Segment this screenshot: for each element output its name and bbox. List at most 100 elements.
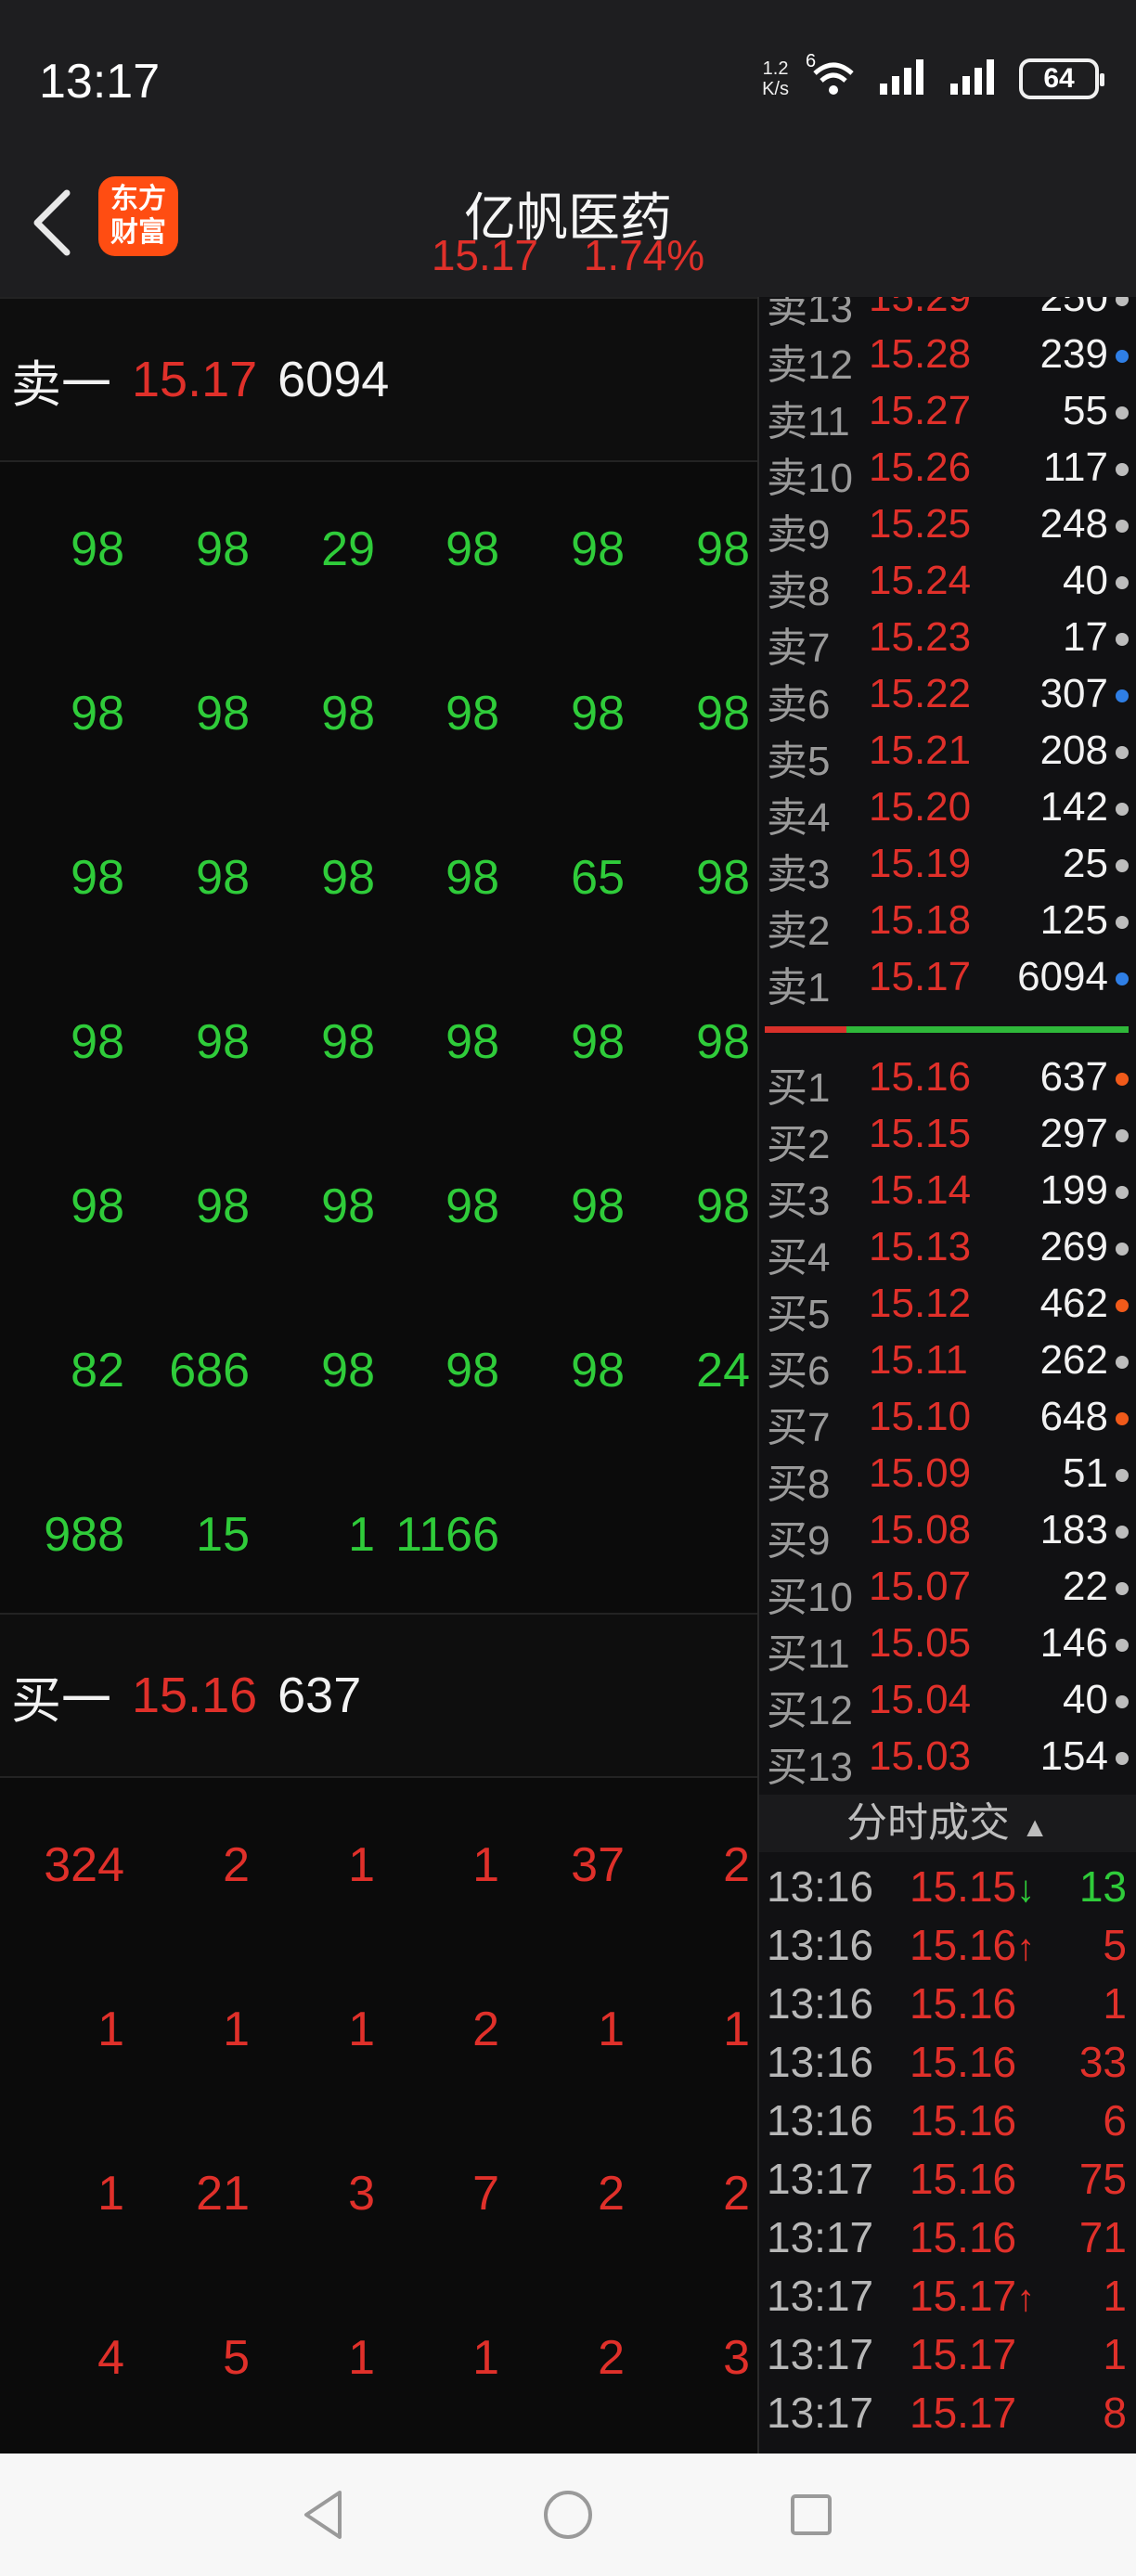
sell-one-row[interactable]: 卖一 15.17 6094 [0,297,757,462]
queue-order-volume: 1 [97,2167,124,2221]
order-book-row[interactable]: 买3 15.14 199 [759,1162,1136,1224]
tick-row[interactable]: 13:17 15.17↑ 1 [759,2265,1136,2324]
level-price: 15.16 [869,1054,972,1100]
level-price: 15.13 [869,1224,972,1269]
tick-volume: 33 [1078,2038,1127,2086]
queue-order-volume: 1 [472,1838,499,1892]
queue-order-volume: 5 [223,2331,250,2385]
stock-price: 15.17 [431,231,538,279]
level-price: 15.12 [869,1281,972,1326]
indicator-dot-icon [1116,520,1129,533]
tick-time: 13:16 [767,1979,874,2028]
network-speed: 1.2 K/s [762,58,789,99]
main-area: 卖一 15.17 6094 98 98 29 98 98 98 98 98 98 98 98 98 98… [0,297,1136,2454]
ticks-header[interactable]: 分时成交 ▲ [759,1795,1136,1852]
queue-row: 4 5 1 1 2 3 [0,2273,757,2437]
sell-one-volume: 6094 [278,352,390,407]
order-book-row[interactable]: 卖2 15.18 125 [759,892,1136,954]
level-price: 15.28 [869,331,972,377]
buy-one-row[interactable]: 买一 15.16 637 [0,1613,757,1778]
order-book-row[interactable]: 卖13 15.29 250 [759,297,1136,331]
indicator-dot-icon [1116,576,1129,589]
order-book-row[interactable]: 买7 15.10 648 [759,1388,1136,1450]
queue-order-volume: 1 [348,1838,375,1892]
order-book-row[interactable]: 卖5 15.21 208 [759,722,1136,784]
network-type: 6 [806,50,817,71]
queue-order-volume: 98 [196,851,250,905]
tick-row[interactable]: 13:17 15.16 75 [759,2148,1136,2207]
level-price: 15.07 [869,1564,972,1609]
level-label: 买13 [767,1745,853,1790]
queue-order-volume: 1 [598,2003,625,2056]
order-book-row[interactable]: 买6 15.11 262 [759,1332,1136,1394]
indicator-dot-icon [1116,746,1129,759]
queue-order-volume: 1 [723,2003,750,2056]
level-volume: 117 [1042,444,1108,490]
tick-price-wrap: 15.16 [910,1978,1016,2029]
order-book-row[interactable]: 卖10 15.26 117 [759,439,1136,501]
queue-order-volume: 1 [348,2003,375,2056]
order-book-row[interactable]: 买10 15.07 22 [759,1558,1136,1620]
order-book-row[interactable]: 买5 15.12 462 [759,1275,1136,1337]
indicator-dot-icon [1116,1129,1129,1142]
indicator-dot-icon [1116,1299,1129,1312]
tick-row[interactable]: 13:17 15.16 71 [759,2207,1136,2265]
order-book-row[interactable]: 卖1 15.17 6094 [759,948,1136,1011]
order-book-row[interactable]: 卖9 15.25 248 [759,496,1136,558]
order-book-row[interactable]: 卖6 15.22 307 [759,665,1136,728]
arrow-up-icon: ↑ [1016,1927,1036,1968]
nav-home-button[interactable] [538,2485,598,2544]
tick-time: 13:16 [767,1921,874,1969]
stock-quote: 15.17 1.74% [0,230,1136,280]
queue-order-volume: 82 [71,1344,124,1397]
level-volume: 269 [1039,1224,1108,1269]
order-book-row[interactable]: 买12 15.04 40 [759,1671,1136,1733]
queue-order-volume: 98 [196,687,250,741]
tick-row[interactable]: 13:16 15.16 6 [759,2090,1136,2148]
tick-volume: 1 [1103,2330,1127,2378]
level-volume: 6094 [1017,954,1108,999]
queue-order-volume: 98 [71,1015,124,1069]
queue-order-volume: 98 [571,1344,625,1397]
indicator-dot-icon [1116,1639,1129,1652]
order-book-row[interactable]: 卖11 15.27 55 [759,382,1136,444]
order-book-row[interactable]: 买9 15.08 183 [759,1501,1136,1564]
tick-volume: 6 [1103,2096,1127,2145]
queue-order-volume: 98 [321,1344,375,1397]
indicator-dot-icon [1116,1243,1129,1256]
order-book-row[interactable]: 买4 15.13 269 [759,1218,1136,1281]
level-price: 15.19 [869,841,972,886]
tick-price: 15.16 [910,2038,1017,2086]
queue-order-volume: 1 [348,2331,375,2385]
queue-order-volume: 98 [196,1179,250,1233]
nav-recents-button[interactable] [781,2485,841,2544]
queue-row: 98 98 98 98 98 98 [0,1121,757,1285]
order-book-row[interactable]: 卖12 15.28 239 [759,326,1136,388]
queue-order-volume: 4 [97,2331,124,2385]
indicator-dot-icon [1116,1073,1129,1086]
order-book-row[interactable]: 买1 15.16 637 [759,1049,1136,1111]
tick-row[interactable]: 13:17 15.17 8 [759,2382,1136,2441]
level-price: 15.18 [869,897,972,943]
tick-row[interactable]: 13:17 15.17 1 [759,2324,1136,2382]
tick-row[interactable]: 13:16 15.15↓ 13 [759,1856,1136,1914]
tick-row[interactable]: 13:16 15.16 1 [759,1973,1136,2031]
order-book-row[interactable]: 买8 15.09 51 [759,1445,1136,1507]
order-book-row[interactable]: 卖3 15.19 25 [759,835,1136,897]
order-book-panel: 卖13 15.29 250 卖12 15.28 239 卖11 15.27 55 卖10 15.26… [759,297,1136,2454]
order-book-row[interactable]: 买13 15.03 154 [759,1728,1136,1790]
queue-order-volume: 3 [723,2331,750,2385]
status-bar: 13:17 1.2 K/s 6 64 [0,0,1136,148]
tick-row[interactable]: 13:16 15.16↑ 5 [759,1914,1136,1973]
queue-order-volume: 98 [571,1179,625,1233]
level-price: 15.14 [869,1167,972,1213]
order-book-row[interactable]: 买11 15.05 146 [759,1615,1136,1677]
sell-queue: 98 98 29 98 98 98 98 98 98 98 98 98 98 98 98 98 65 98 98 98… [0,464,757,1614]
order-book-row[interactable]: 卖7 15.23 17 [759,609,1136,671]
order-book-row[interactable]: 卖8 15.24 40 [759,552,1136,614]
queue-order-volume: 98 [571,1015,625,1069]
order-book-row[interactable]: 卖4 15.20 142 [759,779,1136,841]
tick-row[interactable]: 13:16 15.16 33 [759,2031,1136,2090]
nav-back-button[interactable] [295,2485,355,2544]
order-book-row[interactable]: 买2 15.15 297 [759,1105,1136,1167]
